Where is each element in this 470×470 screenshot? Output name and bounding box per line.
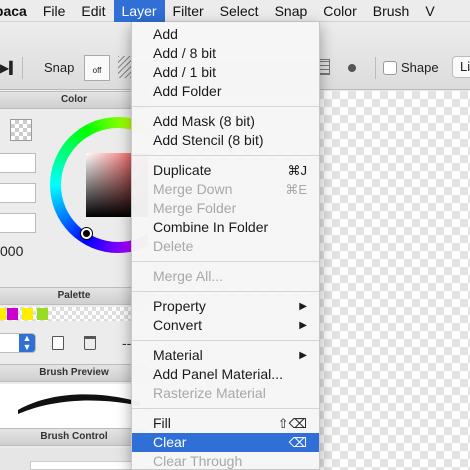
menu-item-add[interactable]: Add bbox=[132, 25, 319, 44]
menu-app[interactable]: lpaca bbox=[0, 0, 35, 22]
left-panel: Color 000 Palette ▲ ▼ -- Brush Preview Br… bbox=[0, 91, 186, 470]
menu-item-clear-through[interactable]: Clear Through bbox=[132, 452, 319, 469]
shape-label: Shape bbox=[401, 60, 439, 75]
menu-item-property[interactable]: Property ▶ bbox=[132, 297, 319, 316]
menu-item-combine-in-folder[interactable]: Combine In Folder bbox=[132, 218, 319, 237]
menu-separator bbox=[132, 408, 319, 409]
palette-select[interactable]: ▲ ▼ bbox=[0, 333, 36, 353]
layer-menu: Add Add / 8 bit Add / 1 bit Add Folder Add M… bbox=[131, 22, 320, 470]
menu-item-rasterize-material[interactable]: Rasterize Material bbox=[132, 384, 319, 403]
menu-item-label: Add Stencil (8 bit) bbox=[153, 132, 264, 148]
menu-file[interactable]: File bbox=[35, 0, 74, 22]
submenu-arrow-icon: ▶ bbox=[299, 350, 307, 361]
menu-item-label: Add / 8 bit bbox=[153, 45, 217, 61]
menu-color[interactable]: Color bbox=[315, 0, 364, 22]
menu-item-add-mask-8-bit[interactable]: Add Mask (8 bit) bbox=[132, 112, 319, 131]
color-hex-value: 000 bbox=[0, 243, 24, 259]
trash-icon[interactable] bbox=[84, 336, 96, 350]
snap-off-button[interactable]: off bbox=[84, 55, 110, 81]
color-picker-handle[interactable] bbox=[81, 228, 92, 239]
brush-stroke-preview bbox=[18, 394, 140, 414]
menu-item-label: Merge All... bbox=[153, 268, 224, 284]
shortcut-label: ⌫ bbox=[288, 435, 307, 450]
menu-separator bbox=[132, 291, 319, 292]
dot-icon[interactable] bbox=[348, 64, 356, 72]
menu-item-delete[interactable]: Delete bbox=[132, 237, 319, 256]
palette-panel-header: Palette bbox=[0, 287, 148, 305]
brush-preview-area bbox=[0, 384, 148, 428]
menu-item-label: Add Mask (8 bit) bbox=[153, 113, 255, 129]
menu-item-add-1-bit[interactable]: Add / 1 bit bbox=[132, 63, 319, 82]
toolbar-divider bbox=[375, 57, 376, 79]
palette-swatch[interactable] bbox=[0, 308, 6, 320]
menu-separator bbox=[132, 106, 319, 107]
new-palette-icon[interactable] bbox=[52, 336, 64, 350]
menu-item-label: Convert bbox=[153, 317, 203, 333]
menu-item-label: Merge Down bbox=[153, 181, 233, 197]
submenu-arrow-icon: ▶ bbox=[299, 301, 307, 312]
chevron-updown-icon: ▲ ▼ bbox=[19, 334, 35, 352]
menu-item-add-stencil-8-bit[interactable]: Add Stencil (8 bit) bbox=[132, 131, 319, 150]
brush-control-area bbox=[0, 448, 148, 470]
palette-swatch[interactable] bbox=[37, 308, 48, 320]
menu-item-label: Merge Folder bbox=[153, 200, 237, 216]
menu-item-label: Add Folder bbox=[153, 83, 222, 99]
shortcut-label: ⌘E bbox=[285, 182, 307, 197]
palette-strip bbox=[0, 307, 148, 321]
menu-item-material[interactable]: Material ▶ bbox=[132, 346, 319, 365]
menu-layer[interactable]: Layer bbox=[113, 0, 165, 22]
menu-snap[interactable]: Snap bbox=[267, 0, 316, 22]
menu-item-duplicate[interactable]: Duplicate ⌘J bbox=[132, 161, 319, 180]
menu-item-add-folder[interactable]: Add Folder bbox=[132, 82, 319, 101]
menu-select[interactable]: Select bbox=[212, 0, 267, 22]
brush-preview-header: Brush Preview bbox=[0, 364, 148, 382]
shape-checkbox[interactable] bbox=[383, 61, 397, 75]
menu-item-label: Fill bbox=[153, 415, 171, 431]
shortcut-label: ⌘J bbox=[287, 163, 308, 178]
menu-item-clear[interactable]: Clear ⌫ bbox=[132, 433, 319, 452]
color-field-g[interactable] bbox=[0, 183, 36, 203]
brush-control-header: Brush Control bbox=[0, 428, 148, 446]
submenu-arrow-icon: ▶ bbox=[299, 320, 307, 331]
transparent-color-swatch[interactable] bbox=[10, 119, 32, 141]
menu-item-label: Clear Through bbox=[153, 453, 243, 469]
menu-separator bbox=[132, 261, 319, 262]
toolbar-right-button[interactable]: Li bbox=[452, 56, 470, 78]
menu-edit[interactable]: Edit bbox=[73, 0, 113, 22]
color-panel-header: Color bbox=[0, 91, 148, 109]
palette-more-icon[interactable]: -- bbox=[122, 335, 131, 351]
toolbar-divider bbox=[22, 57, 23, 79]
menu-item-merge-down[interactable]: Merge Down ⌘E bbox=[132, 180, 319, 199]
menu-item-label: Delete bbox=[153, 238, 194, 254]
menu-item-label: Rasterize Material bbox=[153, 385, 266, 401]
menu-separator bbox=[132, 155, 319, 156]
menu-item-label: Add Panel Material... bbox=[153, 366, 283, 382]
color-field-r[interactable] bbox=[0, 153, 36, 173]
color-field-b[interactable] bbox=[0, 213, 36, 233]
menu-bar: lpaca File Edit Layer Filter Select Snap… bbox=[0, 0, 470, 22]
menu-item-merge-all[interactable]: Merge All... bbox=[132, 267, 319, 286]
menu-brush[interactable]: Brush bbox=[365, 0, 418, 22]
palette-swatch[interactable] bbox=[22, 308, 33, 320]
menu-filter[interactable]: Filter bbox=[165, 0, 212, 22]
menu-item-convert[interactable]: Convert ▶ bbox=[132, 316, 319, 335]
menu-view[interactable]: V bbox=[417, 0, 442, 22]
menu-separator bbox=[132, 340, 319, 341]
menu-item-fill[interactable]: Fill ⇧⌫ bbox=[132, 414, 319, 433]
menu-item-label: Property bbox=[153, 298, 206, 314]
menu-item-label: Combine In Folder bbox=[153, 219, 269, 235]
menu-item-add-panel-material[interactable]: Add Panel Material... bbox=[132, 365, 319, 384]
menu-item-label: Material bbox=[153, 347, 203, 363]
menu-item-merge-folder[interactable]: Merge Folder bbox=[132, 199, 319, 218]
menu-item-label: Add bbox=[153, 26, 178, 42]
play-icon[interactable]: ▶▍ bbox=[0, 58, 18, 78]
snap-grid-icon[interactable] bbox=[118, 56, 132, 78]
menu-item-label: Clear bbox=[153, 434, 187, 450]
menu-item-label: Add / 1 bit bbox=[153, 64, 217, 80]
shortcut-label: ⇧⌫ bbox=[277, 416, 307, 431]
palette-swatch[interactable] bbox=[7, 308, 18, 320]
menu-item-add-8-bit[interactable]: Add / 8 bit bbox=[132, 44, 319, 63]
menu-item-label: Duplicate bbox=[153, 162, 212, 178]
snap-label: Snap bbox=[44, 60, 75, 75]
